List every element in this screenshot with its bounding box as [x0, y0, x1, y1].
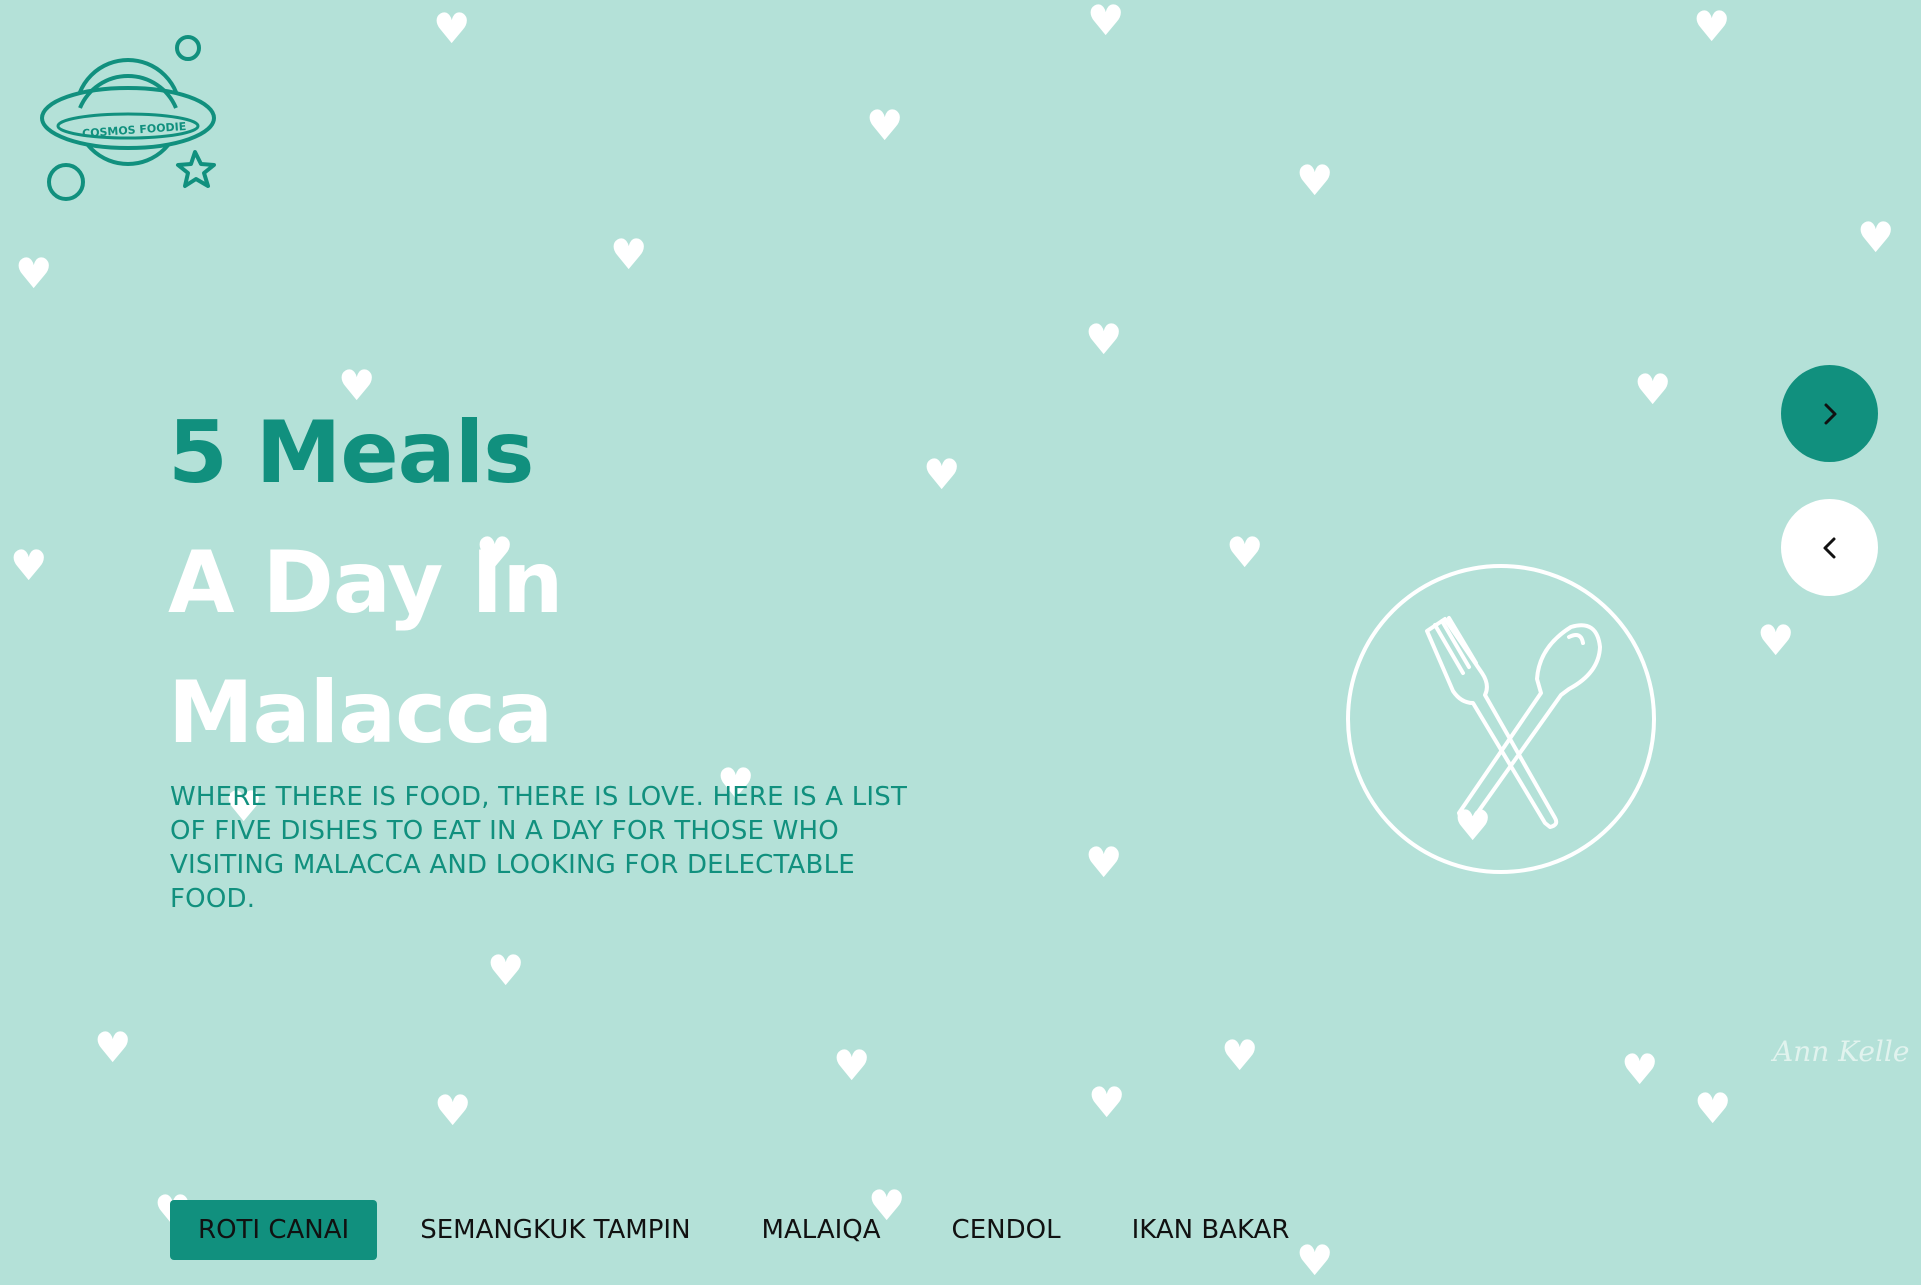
signature-watermark: Ann Kelle: [1773, 1035, 1910, 1068]
title-line-1: 5 Meals: [168, 403, 534, 503]
heart-icon: ♥: [1693, 2, 1731, 51]
brand-logo[interactable]: COSMOS FOODIE: [40, 30, 230, 210]
tab-cendol[interactable]: CENDOL: [924, 1200, 1089, 1260]
heart-icon: ♥: [1857, 213, 1895, 262]
heart-icon: ♥: [487, 946, 525, 995]
heart-icon: ♥: [833, 1041, 871, 1090]
tab-roti-canai[interactable]: ROTI CANAI: [170, 1200, 378, 1260]
tab-semangkuk-tampin[interactable]: SEMANGKUK TAMPIN: [392, 1200, 718, 1260]
heart-icon: ♥: [1221, 1031, 1259, 1080]
heart-icon: ♥: [1621, 1045, 1659, 1094]
prev-button[interactable]: [1781, 499, 1878, 596]
heart-icon: ♥: [1634, 365, 1672, 414]
next-button[interactable]: [1781, 365, 1878, 462]
tab-ikan-bakar[interactable]: IKAN BAKAR: [1104, 1200, 1318, 1260]
heart-icon: ♥: [1088, 1078, 1126, 1127]
title-line-3: Malacca: [168, 663, 553, 763]
heart-icon: ♥: [1694, 1084, 1732, 1133]
chevron-right-icon: [1824, 403, 1836, 424]
heart-icon: ♥: [10, 541, 48, 590]
heart-icon: ♥: [434, 1086, 472, 1135]
intro-text: WHERE THERE IS FOOD, THERE IS LOVE. HERE…: [170, 782, 908, 914]
meal-tabs: ROTI CANAI SEMANGKUK TAMPIN MALAIQA CEND…: [170, 1200, 1332, 1260]
heart-icon: ♥: [94, 1023, 132, 1072]
heart-icon: ♥: [1085, 838, 1123, 887]
heart-icon: ♥: [1296, 156, 1334, 205]
heart-icon: ♥: [1087, 0, 1125, 45]
tab-malaiqa[interactable]: MALAIQA: [734, 1200, 909, 1260]
heart-icon: ♥: [1757, 616, 1795, 665]
chevron-left-icon: [1823, 537, 1835, 558]
heart-icon: ♥: [923, 450, 961, 499]
title-line-2: A Day In: [168, 533, 563, 633]
heart-icon: ♥: [866, 101, 904, 150]
planet-logo-icon: COSMOS FOODIE: [40, 35, 216, 201]
heart-icon: ♥: [15, 249, 53, 298]
heart-icon: ♥: [433, 4, 471, 53]
fork-spoon-icon: [1346, 564, 1656, 874]
page-title: 5 Meals A Day In Malacca: [168, 388, 563, 778]
heart-icon: ♥: [610, 230, 648, 279]
heart-icon: ♥: [1085, 315, 1123, 364]
fork-spoon-badge: [1345, 563, 1657, 875]
heart-icon: ♥: [1226, 528, 1264, 577]
